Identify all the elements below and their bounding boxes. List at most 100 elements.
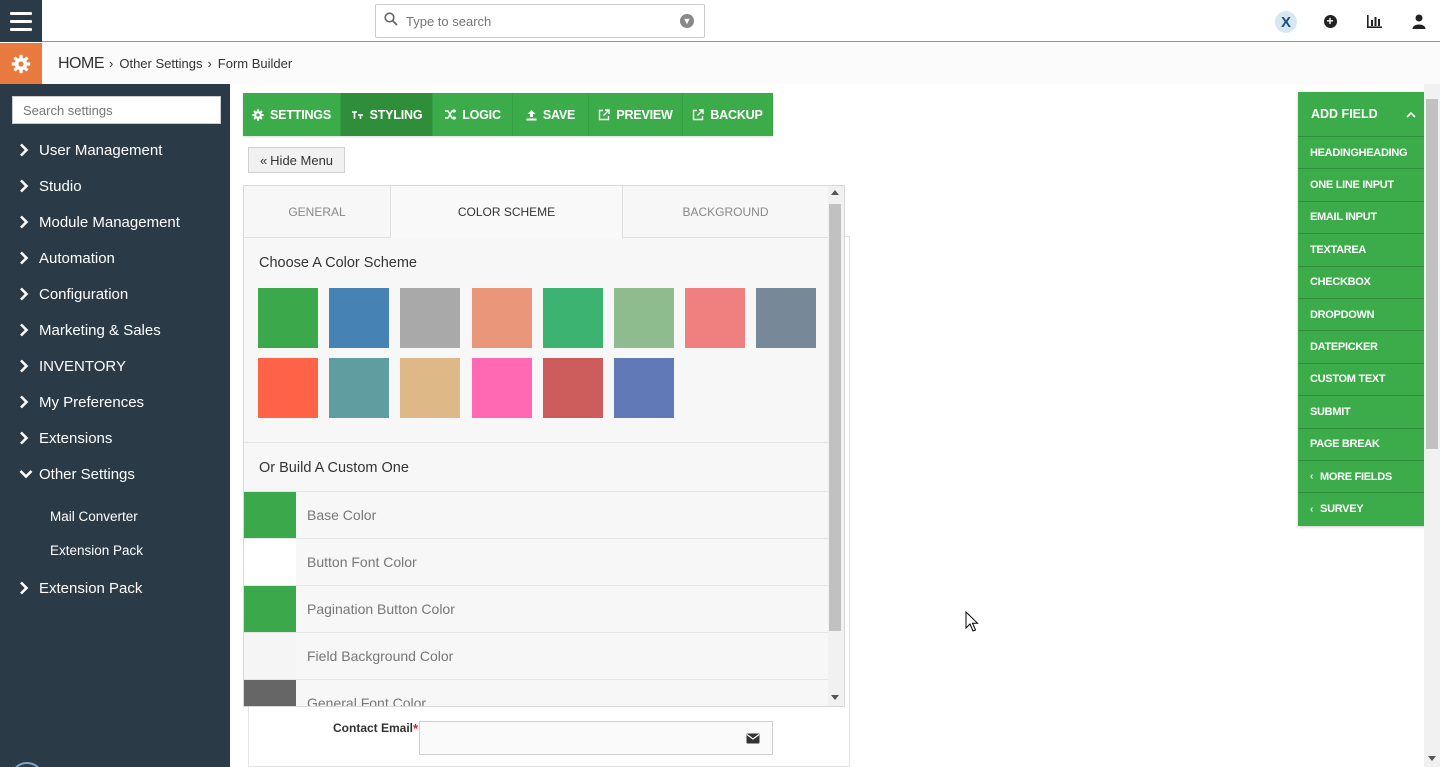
add-field-datepicker[interactable]: DATEPICKER	[1298, 331, 1428, 364]
chevron-right-icon	[19, 323, 35, 337]
color-scheme-swatch[interactable]	[400, 358, 461, 418]
styling-tabs: GENERAL COLOR SCHEME BACKGROUND	[244, 186, 828, 239]
color-scheme-swatch[interactable]	[471, 288, 532, 348]
color-scheme-swatch[interactable]	[329, 288, 390, 348]
custom-color-row-general-font-color[interactable]: General Font Color	[244, 679, 828, 706]
breadcrumb-home[interactable]: HOME	[58, 55, 105, 73]
chevron-right-icon	[19, 179, 35, 193]
add-field-one-line-input[interactable]: ONE LINE INPUT	[1298, 169, 1428, 202]
custom-color-row-pagination-button-color[interactable]: Pagination Button Color	[244, 585, 828, 633]
add-field-dropdown[interactable]: DROPDOWN	[1298, 299, 1428, 332]
color-preview-swatch[interactable]	[244, 491, 296, 539]
sidebar-item-extension-pack[interactable]: Extension Pack	[0, 570, 230, 606]
color-scheme-swatch[interactable]	[756, 288, 817, 348]
preview-button[interactable]: PREVIEW	[589, 93, 683, 136]
sidebar-item-user-management[interactable]: User Management	[0, 132, 230, 168]
custom-color-row-button-font-color[interactable]: Button Font Color	[244, 538, 828, 586]
color-scheme-swatch[interactable]	[542, 288, 603, 348]
sidebar-item-module-management[interactable]: Module Management	[0, 204, 230, 240]
sidebar-item-label: Marketing & Sales	[39, 321, 161, 339]
plus-circle-icon[interactable]: +	[1320, 11, 1340, 31]
sidebar-item-studio[interactable]: Studio	[0, 168, 230, 204]
settings-gear-icon[interactable]	[0, 43, 42, 84]
custom-color-row-base-color[interactable]: Base Color	[244, 491, 828, 539]
chevron-right-icon	[19, 359, 35, 373]
hide-menu-button[interactable]: « Hide Menu	[248, 147, 345, 173]
color-scheme-swatch[interactable]	[329, 358, 390, 418]
add-field-more-fields[interactable]: ‹ MORE FIELDS	[1298, 461, 1428, 494]
chevron-down-circle-icon[interactable]: ▼	[680, 14, 694, 28]
sidebar-item-other-settings[interactable]: Other Settings	[0, 456, 230, 492]
scroll-up-arrow-icon[interactable]	[831, 190, 839, 195]
settings-search-input[interactable]	[12, 96, 221, 124]
color-scheme-swatch[interactable]	[471, 358, 532, 418]
sidebar-subitem-mail-converter[interactable]: Mail Converter	[50, 499, 138, 533]
sidebar-subitem-extension-pack[interactable]: Extension Pack	[50, 533, 143, 567]
add-field-checkbox[interactable]: CHECKBOX	[1298, 267, 1428, 299]
chevron-right-icon	[19, 395, 35, 409]
add-field-textarea[interactable]: TEXTAREA	[1298, 234, 1428, 267]
breadcrumb-bar: HOME › Other Settings › Form Builder	[0, 43, 1440, 84]
bar-chart-icon[interactable]	[1364, 11, 1384, 31]
chevron-right-icon	[19, 287, 35, 301]
styling-button[interactable]: STYLING	[341, 93, 433, 136]
color-preview-swatch[interactable]	[244, 538, 296, 586]
color-scheme-swatch[interactable]	[614, 288, 674, 348]
add-field-custom-text[interactable]: CUSTOM TEXT	[1298, 364, 1428, 397]
help-icon[interactable]	[10, 762, 44, 767]
scroll-down-arrow-icon[interactable]	[831, 695, 839, 700]
sidebar-item-label: My Preferences	[39, 393, 145, 411]
custom-color-row-field-background-color[interactable]: Field Background Color	[244, 632, 828, 680]
tab-background[interactable]: BACKGROUND	[623, 186, 828, 238]
color-scheme-swatch[interactable]	[685, 288, 746, 348]
double-chevron-left-icon: «	[259, 152, 268, 168]
sidebar-item-inventory[interactable]: INVENTORY	[0, 348, 230, 384]
user-icon[interactable]	[1409, 11, 1429, 31]
global-search-input[interactable]	[406, 13, 680, 29]
chevron-right-icon: ›	[207, 56, 212, 71]
color-preview-swatch[interactable]	[244, 679, 296, 706]
logic-button[interactable]: LOGIC	[433, 93, 513, 136]
scroll-down-arrow-icon[interactable]	[1428, 756, 1436, 761]
tab-color-scheme[interactable]: COLOR SCHEME	[391, 186, 623, 239]
save-button[interactable]: SAVE	[513, 93, 589, 136]
page-scrollbar[interactable]	[1424, 84, 1440, 767]
mouse-cursor-icon	[965, 610, 979, 638]
tab-general[interactable]: GENERAL	[244, 186, 391, 238]
color-scheme-swatch[interactable]	[258, 288, 318, 348]
add-field-survey[interactable]: ‹ SURVEY	[1298, 493, 1428, 525]
settings-button[interactable]: SETTINGS	[243, 93, 341, 136]
add-field-email-input[interactable]: EMAIL INPUT	[1298, 202, 1428, 235]
sidebar-item-my-preferences[interactable]: My Preferences	[0, 384, 230, 420]
sidebar-item-configuration[interactable]: Configuration	[0, 276, 230, 312]
sidebar-item-extensions[interactable]: Extensions	[0, 420, 230, 456]
add-field-submit[interactable]: SUBMIT	[1298, 396, 1428, 429]
breadcrumb-other-settings[interactable]: Other Settings	[119, 56, 202, 71]
chevron-down-icon	[19, 469, 35, 479]
scrollbar-thumb[interactable]	[829, 204, 841, 631]
sidebar-item-label: Configuration	[39, 285, 129, 303]
color-preview-swatch[interactable]	[244, 585, 296, 633]
hamburger-menu-icon[interactable]	[0, 0, 42, 42]
backup-button[interactable]: BACKUP	[683, 93, 773, 136]
panel-scrollbar[interactable]	[828, 186, 844, 706]
external-link-icon	[598, 108, 611, 121]
sidebar-item-automation[interactable]: Automation	[0, 240, 230, 276]
contact-email-input[interactable]	[419, 721, 773, 755]
text-size-icon	[351, 110, 364, 120]
color-scheme-swatch[interactable]	[614, 358, 674, 418]
add-field-headingheading[interactable]: HEADINGHEADING	[1298, 137, 1428, 170]
custom-color-label: Pagination Button Color	[307, 601, 455, 617]
sidebar-item-marketing-sales[interactable]: Marketing & Sales	[0, 312, 230, 348]
app-logo-icon[interactable]: X	[1275, 11, 1297, 33]
add-field-header[interactable]: ADD FIELD	[1298, 92, 1428, 137]
color-scheme-swatch[interactable]	[400, 288, 461, 348]
color-scheme-swatch[interactable]	[258, 358, 318, 418]
sidebar-item-label: Extension Pack	[39, 579, 143, 597]
global-search[interactable]: ▼	[375, 4, 705, 38]
add-field-page-break[interactable]: PAGE BREAK	[1298, 429, 1428, 461]
upload-icon	[526, 109, 537, 121]
color-scheme-swatch[interactable]	[542, 358, 603, 418]
color-preview-swatch[interactable]	[244, 632, 296, 680]
page-scrollbar-thumb[interactable]	[1426, 99, 1438, 449]
